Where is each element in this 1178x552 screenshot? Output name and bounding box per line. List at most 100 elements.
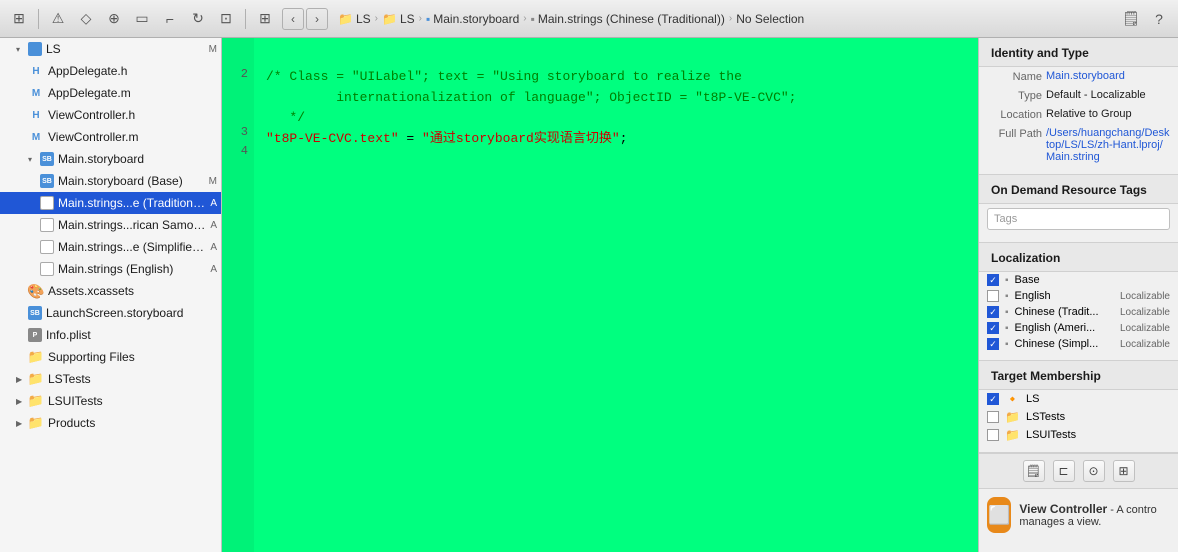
sidebar-item-ls-root[interactable]: ▾ LS M [0,38,221,60]
sidebar-item-appdelegate-h[interactable]: H AppDelegate.h [0,60,221,82]
sidebar-item-supporting-files[interactable]: 📁 Supporting Files [0,346,221,368]
loc-badge-english: Localizable [1120,291,1170,302]
panel-btn-grid[interactable]: ⊞ [1113,460,1135,482]
checkbox-chinese-trad[interactable] [987,306,999,318]
name-row: Name Main.storyboard [979,67,1178,86]
sidebar-item-viewcontroller-h[interactable]: H ViewController.h [0,104,221,126]
divider-1 [38,9,39,29]
sep-3: › [523,13,526,24]
vc-title: View Controller [1019,502,1107,516]
grid-icon[interactable]: ⊞ [254,8,276,30]
checkbox-english[interactable] [987,290,999,302]
h-icon-2: H [28,107,44,123]
name-value: Main.storyboard [1046,70,1170,82]
target-name-ls: LS [1026,393,1039,405]
target-name-lstests: LSTests [1026,411,1065,423]
sidebar-item-strings-simplified[interactable]: Main.strings...e (Simplified)) A [0,236,221,258]
forward-button[interactable]: › [306,8,328,30]
sidebar-item-lstests[interactable]: ▶ 📁 LSTests [0,368,221,390]
strings-american-icon [40,218,54,232]
tags-input[interactable]: Tags [987,208,1170,230]
line-num-blank1 [228,84,248,103]
ls-root-icon [28,42,42,56]
panel-btn-adjust[interactable]: ⊏ [1053,460,1075,482]
sidebar-item-infoplist[interactable]: P Info.plist [0,324,221,346]
sidebar-item-storyboard-base[interactable]: SB Main.storyboard (Base) M [0,170,221,192]
sidebar-item-launchscreen[interactable]: SB LaunchScreen.storyboard [0,302,221,324]
panel-btn-circle[interactable]: ⊙ [1083,460,1105,482]
target-app-icon-ls: 🔸 [1005,392,1020,406]
sidebar-label-viewcontroller-m: ViewController.m [48,130,217,144]
nav-icon-5[interactable]: ▭ [131,8,153,30]
breadcrumb-mainstrings-label: Main.strings (Chinese (Traditional)) [538,12,725,26]
disclosure-lstests: ▶ [16,375,26,384]
target-checkbox-ls[interactable] [987,393,999,405]
breadcrumb-item-mainstrings[interactable]: ▪ Main.strings (Chinese (Traditional)) [531,12,725,26]
target-folder-icon-lsuitests: 📁 [1005,428,1020,442]
nav-icon-8[interactable]: ⊡ [215,8,237,30]
plist-icon: P [28,328,42,342]
sidebar-label-lsuitests: LSUITests [48,394,217,408]
localization-title: Localization [979,243,1178,272]
breadcrumb-item-ls-group[interactable]: 📁 LS [382,12,415,26]
folder-blue-icon: 📁 [382,12,397,26]
checkbox-chinese-simpl[interactable] [987,338,999,350]
nav-icon-6[interactable]: ⌐ [159,8,181,30]
target-item-ls: 🔸 LS [979,390,1178,408]
loc-item-english-ameri: ▪ English (Ameri... Localizable [979,320,1178,336]
loc-badge-english-ameri: Localizable [1120,323,1170,334]
nav-icon-1[interactable]: ⊞ [8,8,30,30]
strings-english-icon [40,262,54,276]
breadcrumb-item-noselection: No Selection [736,12,804,26]
breadcrumb-item-ls-folder[interactable]: 📁 LS [338,12,371,26]
sidebar-label-supporting-files: Supporting Files [48,350,217,364]
name-label: Name [987,70,1042,83]
sidebar-item-strings-traditional[interactable]: Main.strings...e (Traditional)) A [0,192,221,214]
loc-name-english: English [1015,290,1114,302]
sidebar-item-products[interactable]: ▶ 📁 Products [0,412,221,434]
loc-badge-chinese-simpl: Localizable [1120,339,1170,350]
type-value: Default - Localizable [1046,89,1170,101]
target-item-lstests: 📁 LSTests [979,408,1178,426]
panel-btn-doc[interactable]: 🗒 [1023,460,1045,482]
target-checkbox-lstests[interactable] [987,411,999,423]
sidebar-item-strings-american[interactable]: Main.strings...rican Samoa)) A [0,214,221,236]
main-toolbar: ⊞ ⚠ ◇ ⊕ ▭ ⌐ ↻ ⊡ ⊞ ‹ › 📁 LS › 📁 LS › ▪ Ma… [0,0,1178,38]
strings-simplified-badge: A [210,242,217,253]
breadcrumb-item-mainstoryboard[interactable]: ▪ Main.storyboard [426,12,519,26]
target-checkbox-lsuitests[interactable] [987,429,999,441]
sidebar-item-viewcontroller-m[interactable]: M ViewController.m [0,126,221,148]
sidebar-item-main-storyboard[interactable]: ▾ SB Main.storyboard [0,148,221,170]
file-icon-right[interactable]: 🗒 [1120,8,1142,30]
line-num-4: 4 [228,142,248,161]
nav-icon-4[interactable]: ⊕ [103,8,125,30]
code-line-empty [266,150,966,171]
identity-type-section: Identity and Type Name Main.storyboard T… [979,38,1178,175]
checkbox-english-ameri[interactable] [987,322,999,334]
vc-section: ⬜ View Controller - A contro manages a v… [979,488,1178,541]
lstests-folder-icon: 📁 [28,371,44,387]
storyboard-base-badge: M [209,176,217,187]
checkbox-base[interactable] [987,274,999,286]
loc-item-english: ▪ English Localizable [979,288,1178,304]
target-folder-icon-lstests: 📁 [1005,410,1020,424]
divider-2 [245,9,246,29]
code-editor[interactable]: 2 3 4 /* Class = "UILabel"; text = "Usin… [222,38,978,552]
nav-icon-2[interactable]: ⚠ [47,8,69,30]
sidebar-item-strings-english[interactable]: Main.strings (English) A [0,258,221,280]
sidebar-item-appdelegate-m[interactable]: M AppDelegate.m [0,82,221,104]
launchscreen-icon: SB [28,306,42,320]
sidebar-label-strings-american: Main.strings...rican Samoa)) [58,218,206,232]
line-num-2: 2 [228,65,248,84]
m-icon-1: M [28,85,44,101]
type-label: Type [987,89,1042,102]
storyboard-icon: ▪ [426,12,430,26]
nav-icon-3[interactable]: ◇ [75,8,97,30]
help-icon[interactable]: ? [1148,8,1170,30]
back-button[interactable]: ‹ [282,8,304,30]
sidebar-item-lsuitests[interactable]: ▶ 📁 LSUITests [0,390,221,412]
sidebar-item-assets[interactable]: 🎨 Assets.xcassets [0,280,221,302]
disclosure-storyboard: ▾ [28,155,38,164]
line-numbers: 2 3 4 [222,38,254,552]
nav-icon-7[interactable]: ↻ [187,8,209,30]
